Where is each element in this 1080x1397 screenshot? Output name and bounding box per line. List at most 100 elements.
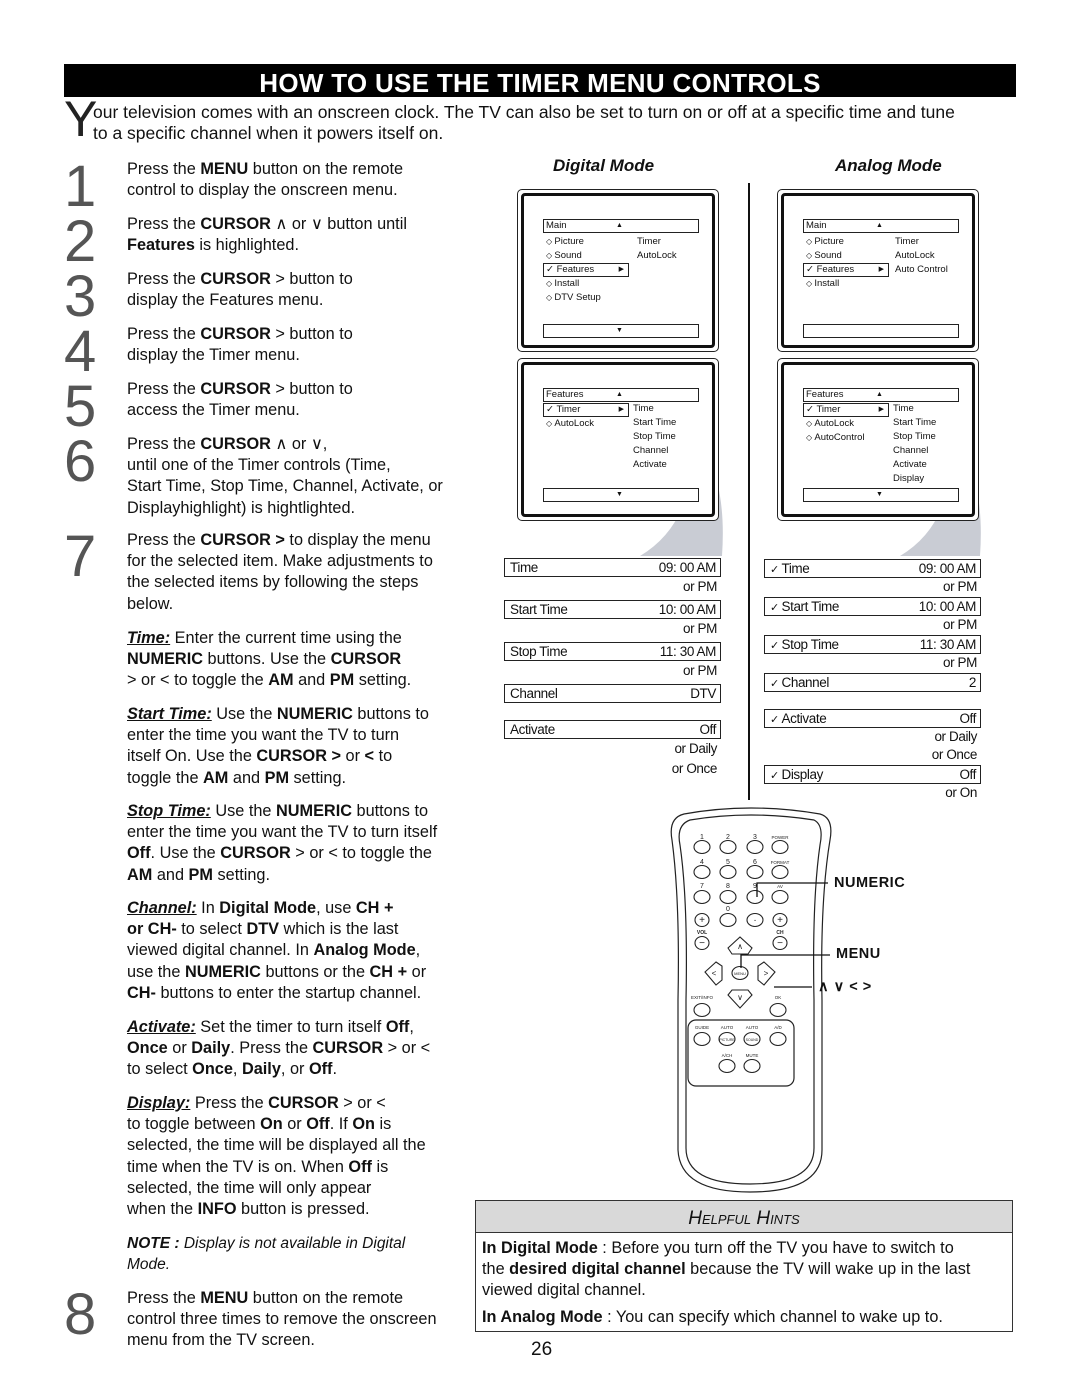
setting-value: 11: 30 AM xyxy=(659,644,717,659)
setting-label: ✓ Display xyxy=(770,766,823,783)
setting-alternative: or PM xyxy=(682,579,717,594)
exit-info-label: EXIT/INFO xyxy=(691,995,714,1000)
submenu-item: Display xyxy=(893,473,925,484)
setting-row-time: ✓ Time 09: 00 AM xyxy=(764,559,981,578)
tv-screen-analog-features: Features ▲ ✓ Timer ▶ ◇ AutoLock ◇ AutoControl… xyxy=(777,358,979,521)
setting-alternative: or Once xyxy=(931,747,978,762)
text-run: In Analog Mode xyxy=(482,1308,603,1326)
submenu-item: Stop Time xyxy=(633,431,676,442)
setting-row-time: Time 09: 00 AM xyxy=(504,558,721,577)
menu-callout: MENU xyxy=(836,946,881,962)
check-icon: ✓ xyxy=(770,602,782,614)
setting-alternative: or PM xyxy=(942,617,977,632)
svg-text:−: − xyxy=(777,938,783,949)
key-1-label: 1 xyxy=(700,834,704,841)
setting-label: Channel xyxy=(510,685,558,702)
setting-label-text: Stop Time xyxy=(781,637,839,652)
analog-timer-settings: ✓ Time 09: 00 AM or PM ✓ Start Time 10: 00 A… xyxy=(764,559,981,803)
menu-header-label: Main xyxy=(546,220,567,231)
setting-alternative: or Once xyxy=(671,761,718,776)
right-arrow-icon: ▶ xyxy=(878,406,884,413)
submenu-item: Start Time xyxy=(893,417,937,428)
key-8-label: 8 xyxy=(726,883,730,890)
setting-label-text: Start Time xyxy=(781,599,839,614)
setting-label-text: Display xyxy=(781,767,823,782)
vol-label: VOL xyxy=(697,930,707,936)
right-arrow-icon: ▶ xyxy=(878,266,884,273)
picture-label: PICTURE xyxy=(719,1038,735,1042)
power-label: POWER xyxy=(771,835,789,840)
mute-label: MUTE xyxy=(746,1053,759,1058)
submenu-item: Stop Time xyxy=(893,431,936,442)
menu-item-label: Timer xyxy=(816,404,841,415)
menu-header-label: Features xyxy=(806,389,844,400)
setting-row-channel: ✓ Channel 2 xyxy=(764,673,981,692)
setting-label: ✓ Stop Time xyxy=(770,636,839,653)
key-2-label: 2 xyxy=(726,834,730,841)
setting-label: ✓ Start Time xyxy=(770,598,839,615)
submenu-item: Activate xyxy=(893,459,927,470)
down-arrow-icon: ▼ xyxy=(616,327,623,334)
text-run: : You can specify which channel to wake … xyxy=(602,1308,943,1326)
svg-text:+: + xyxy=(777,915,783,926)
check-icon: ✓ xyxy=(770,714,782,726)
menu-item-highlighted: ✓ Timer ▶ xyxy=(803,403,889,417)
key-7-label: 7 xyxy=(700,883,704,890)
up-arrow-icon: ▲ xyxy=(616,222,623,229)
tv-screen-digital-main: Main ▲ ◇ Picture ◇ Sound ✓ Features ▶ ◇ Instal… xyxy=(517,189,719,352)
menu-item: ◇ AutoLock xyxy=(806,418,854,430)
menu-item-label: Features xyxy=(556,264,595,275)
menu-item-label: AutoLock xyxy=(814,418,854,429)
menu-item: ◇ DTV Setup xyxy=(546,292,601,304)
setting-group: Stop Time 11: 30 AM or PM xyxy=(504,642,721,681)
menu-item-highlighted: ✓ Timer ▶ xyxy=(543,403,629,417)
up-arrow-icon: ▲ xyxy=(876,391,883,398)
setting-row-channel: Channel DTV xyxy=(504,684,721,703)
setting-label-text: Channel xyxy=(781,675,829,690)
ach-label: A/CH xyxy=(722,1053,733,1058)
ok-label: OK xyxy=(775,995,782,1000)
menu-item: ◇ Picture xyxy=(546,236,584,248)
submenu-item: Channel xyxy=(633,445,669,456)
setting-label-text: Activate xyxy=(510,722,555,737)
setting-group: Channel DTV xyxy=(504,684,721,703)
submenu-item: AutoLock xyxy=(895,250,935,261)
setting-label: Start Time xyxy=(510,601,568,618)
auto-picture-label: AUTO xyxy=(721,1025,734,1030)
setting-value: 09: 00 AM xyxy=(658,560,717,575)
menu-item-label: Timer xyxy=(556,404,581,415)
setting-group: Activate Off or Daily or Once xyxy=(504,720,721,779)
submenu-item: Time xyxy=(633,403,654,414)
submenu-item: Channel xyxy=(893,445,929,456)
menu-item-label: AutoLock xyxy=(554,418,594,429)
menu-item: ◇ Sound xyxy=(546,250,582,262)
menu-header-label: Main xyxy=(806,220,827,231)
check-icon: ✓ xyxy=(770,564,782,576)
menu-footer: ▼ xyxy=(543,324,699,338)
submenu-item: Timer xyxy=(637,236,661,247)
svg-text:<: < xyxy=(712,969,717,978)
numeric-callout: NUMERIC xyxy=(834,875,906,891)
submenu-item: Activate xyxy=(633,459,667,470)
setting-value: Off xyxy=(959,767,976,782)
right-arrow-icon: ▶ xyxy=(618,406,624,413)
ch-label: CH xyxy=(776,930,784,936)
setting-value: 10: 00 AM xyxy=(918,599,977,614)
menu-header: Main ▲ xyxy=(543,219,699,233)
setting-label-text: Channel xyxy=(510,686,558,701)
check-icon: ✓ xyxy=(770,640,782,652)
setting-group: ✓ Start Time 10: 00 AM or PM xyxy=(764,597,981,634)
up-arrow-icon: ▲ xyxy=(616,391,623,398)
setting-group: ✓ Channel 2 xyxy=(764,673,981,692)
setting-row-stop-time: ✓ Stop Time 11: 30 AM xyxy=(764,635,981,654)
setting-value: 11: 30 AM xyxy=(919,637,977,652)
svg-text:+: + xyxy=(699,915,705,926)
hint-digital: In Digital Mode : Before you turn off th… xyxy=(476,1238,1012,1301)
svg-text:∧: ∧ xyxy=(737,942,743,951)
setting-group: ✓ Display Off or On xyxy=(764,765,981,802)
menu-item-label: AutoControl xyxy=(814,432,865,443)
menu-item: ◇ AutoControl xyxy=(806,432,865,444)
text-run: desired digital channel xyxy=(509,1260,686,1278)
menu-item: ◇ Install xyxy=(806,278,839,290)
setting-row-start-time: Start Time 10: 00 AM xyxy=(504,600,721,619)
